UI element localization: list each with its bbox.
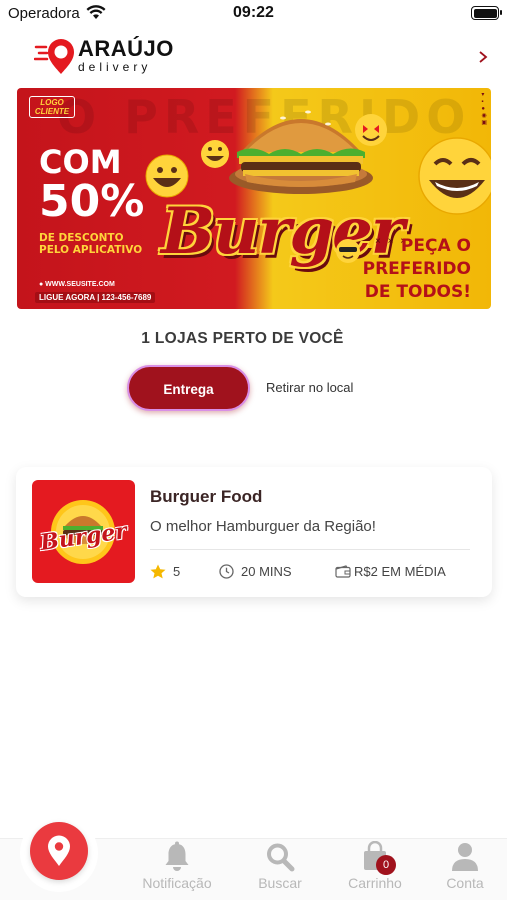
banner-description: DE DESCONTO PELO APLICATIVO bbox=[39, 232, 142, 256]
store-name: Burguer Food bbox=[150, 487, 263, 506]
clock: 09:22 bbox=[233, 4, 274, 21]
laughing-emoji-icon bbox=[418, 137, 491, 215]
store-time-value: 20 MINS bbox=[241, 564, 292, 579]
brand-name: ARAÚJO bbox=[78, 35, 174, 61]
cart-count-badge: 0 bbox=[376, 855, 396, 875]
store-rating-value: 5 bbox=[173, 564, 181, 579]
search-icon bbox=[267, 843, 295, 872]
cool-emoji-icon bbox=[336, 239, 360, 263]
location-fab-button[interactable] bbox=[30, 822, 88, 880]
pickup-mode-button[interactable]: Retirar no local bbox=[266, 380, 353, 395]
brand-logo: ARAÚJO delivery bbox=[34, 34, 174, 76]
tab-search-label: Buscar bbox=[258, 875, 302, 891]
bell-icon bbox=[165, 841, 189, 871]
user-icon bbox=[452, 843, 478, 871]
location-pin-logo-icon bbox=[34, 39, 74, 74]
tab-notifications-label: Notificação bbox=[142, 875, 212, 891]
banner-desc-line-2: PELO APLICATIVO bbox=[39, 244, 143, 256]
star-icon bbox=[150, 564, 166, 579]
social-icons: ▾ ▪ ● ◉ ▣ bbox=[481, 92, 487, 126]
banner-client-logo: LOGO CLIENTE bbox=[29, 96, 75, 118]
emoji-icon bbox=[145, 154, 189, 198]
tab-notifications[interactable]: Notificação bbox=[132, 841, 222, 891]
banner-website: ● WWW.SEUSITE.COM bbox=[39, 281, 115, 288]
tab-cart-label: Carrinho bbox=[348, 875, 402, 891]
banner-desc-line-1: DE DESCONTO bbox=[39, 232, 124, 244]
tab-account[interactable]: Conta bbox=[420, 841, 507, 891]
banner-cta: PEÇA O PREFERIDO DE TODOS! bbox=[363, 235, 471, 304]
delivery-mode-button[interactable]: Entrega bbox=[127, 365, 250, 411]
banner-cta-line-1: PEÇA O bbox=[400, 236, 471, 256]
banner-cta-line-2: PREFERIDO bbox=[362, 259, 471, 279]
store-price-value: R$2 EM MÉDIA bbox=[354, 564, 446, 579]
location-pin-icon bbox=[48, 835, 70, 866]
nearby-stores-title: 1 LOJAS PERTO DE VOCÊ bbox=[141, 330, 344, 347]
battery-icon bbox=[471, 6, 502, 20]
tab-search[interactable]: Buscar bbox=[235, 841, 325, 891]
store-logo: Burger bbox=[32, 480, 135, 583]
store-delivery-time: 20 MINS bbox=[219, 564, 292, 579]
clock-icon bbox=[219, 564, 234, 579]
divider bbox=[150, 549, 470, 550]
banner-discount: 50% bbox=[39, 176, 145, 227]
store-description: O melhor Hamburguer da Região! bbox=[150, 518, 376, 535]
store-average-price: R$2 EM MÉDIA bbox=[335, 564, 446, 579]
chevron-right-icon[interactable] bbox=[477, 50, 489, 64]
store-card[interactable]: Burger Burguer Food O melhor Hamburguer … bbox=[16, 467, 492, 597]
tab-account-label: Conta bbox=[446, 875, 484, 891]
wallet-icon bbox=[335, 565, 351, 578]
brand-subtitle: delivery bbox=[78, 59, 152, 74]
store-rating: 5 bbox=[150, 564, 180, 579]
promo-banner[interactable]: O PREFERIDO LOGO CLIENTE ▾ ▪ ● ◉ ▣ COM 50% D… bbox=[17, 88, 491, 309]
status-bar: Operadora 09:22 bbox=[0, 0, 507, 28]
banner-cta-line-3: DE TODOS! bbox=[364, 282, 471, 302]
banner-phone: LIGUE AGORA | 123-456-7689 bbox=[35, 292, 156, 303]
banner-headline-1: COM bbox=[39, 143, 122, 181]
tab-cart[interactable]: 0 Carrinho bbox=[330, 841, 420, 891]
app-header: ARAÚJO delivery bbox=[0, 28, 507, 84]
